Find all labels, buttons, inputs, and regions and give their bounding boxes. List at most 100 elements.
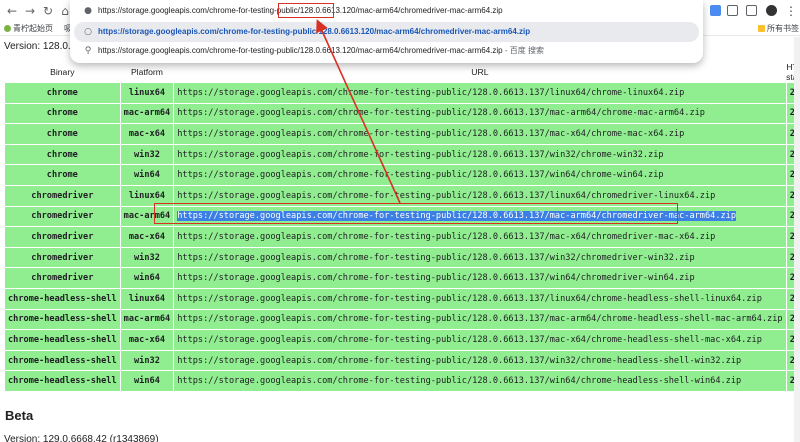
cell-binary-text: chromedriver: [31, 231, 94, 242]
extension-icon-blue[interactable]: [710, 5, 721, 16]
cell-binary-text: chrome-headless-shell: [8, 293, 117, 304]
cell-binary: chrome-headless-shell: [4, 349, 121, 372]
cell-url[interactable]: https://storage.googleapis.com/chrome-fo…: [173, 246, 787, 269]
cell-url[interactable]: https://storage.googleapis.com/chrome-fo…: [173, 308, 787, 331]
cell-platform-text: win64: [134, 376, 160, 387]
cell-url-text[interactable]: https://storage.googleapis.com/chrome-fo…: [177, 170, 663, 180]
omnibox-suggestion-url[interactable]: ○ https://storage.googleapis.com/chrome-…: [74, 22, 699, 42]
menu-icon[interactable]: ⋮: [783, 3, 799, 19]
omnibox-suggestion-search[interactable]: ⚲ https://storage.googleapis.com/chrome-…: [74, 41, 699, 61]
cell-platform-text: mac-arm64: [123, 314, 171, 325]
cell-url-text[interactable]: https://storage.googleapis.com/chrome-fo…: [177, 150, 663, 160]
all-bookmarks[interactable]: 所有书签: [758, 23, 799, 34]
cell-binary-text: chromedriver: [31, 211, 94, 222]
table-row: chrome linux64 https://storage.googleapis.…: [4, 82, 800, 104]
cell-url-text[interactable]: https://storage.googleapis.com/chrome-fo…: [177, 253, 694, 263]
cell-url-text[interactable]: https://storage.googleapis.com/chrome-fo…: [177, 232, 715, 242]
cell-url[interactable]: https://storage.googleapis.com/chrome-fo…: [173, 329, 787, 351]
folder-icon: [758, 25, 765, 32]
header-url: URL: [173, 62, 787, 83]
cell-binary-text: chromedriver: [31, 252, 94, 263]
downloads-table: Binary Platform URL HTTP status chrome li…: [4, 62, 800, 392]
url-prefix: https://storage.googleapis.com/chrome-fo…: [98, 6, 300, 15]
url-suffix: /mac-arm64/chromedriver-mac-arm64.zip: [355, 6, 503, 15]
cell-url[interactable]: https://storage.googleapis.com/chrome-fo…: [173, 370, 787, 392]
cell-url-text[interactable]: https://storage.googleapis.com/chrome-fo…: [177, 273, 694, 283]
table-row: chrome win64 https://storage.googleapis.co…: [4, 164, 800, 186]
cell-platform-text: win32: [134, 252, 160, 263]
cell-url-text[interactable]: https://storage.googleapis.com/chrome-fo…: [177, 129, 684, 139]
avatar[interactable]: [766, 5, 777, 16]
arrow-left-icon[interactable]: ←: [4, 3, 20, 19]
cell-platform: mac-arm64: [119, 308, 175, 331]
bookmark-label: 青柠起始页: [13, 24, 53, 33]
extensions-puzzle-icon[interactable]: [727, 5, 738, 16]
cell-platform-text: mac-x64: [128, 128, 166, 139]
cell-binary: chrome-headless-shell: [4, 370, 121, 392]
cell-binary: chrome: [4, 164, 121, 186]
cell-url[interactable]: https://storage.googleapis.com/chrome-fo…: [173, 287, 787, 310]
cell-binary: chromedriver: [4, 205, 121, 228]
cell-platform-text: win64: [134, 170, 160, 181]
cell-url-text[interactable]: https://storage.googleapis.com/chrome-fo…: [177, 191, 715, 201]
omnibox-dropdown: ● https://storage.googleapis.com/chrome-…: [70, 0, 703, 63]
cell-binary-text: chrome-headless-shell: [8, 376, 117, 387]
cell-url[interactable]: https://storage.googleapis.com/chrome-fo…: [173, 267, 787, 289]
side-panel-icon[interactable]: [746, 5, 757, 16]
address-bar-input[interactable]: ● https://storage.googleapis.com/chrome-…: [74, 1, 699, 21]
header-platform: Platform: [120, 62, 174, 83]
cell-url[interactable]: https://storage.googleapis.com/chrome-fo…: [173, 226, 787, 248]
page-content: Version: 128.0.66 Binary Platform URL HT…: [0, 37, 800, 442]
suggestion-text: https://storage.googleapis.com/chrome-fo…: [98, 46, 503, 55]
cell-binary: chromedriver: [4, 246, 121, 269]
table-row: chrome mac-arm64 https://storage.googleapi…: [4, 102, 800, 125]
cell-url-text[interactable]: https://storage.googleapis.com/chrome-fo…: [177, 335, 762, 345]
cell-platform-text: mac-arm64: [123, 108, 171, 119]
cell-binary: chrome-headless-shell: [4, 329, 121, 351]
cell-url[interactable]: https://storage.googleapis.com/chrome-fo…: [173, 349, 787, 372]
cell-platform: win64: [119, 267, 175, 289]
cell-binary: chrome-headless-shell: [4, 308, 121, 331]
cell-url-text[interactable]: https://storage.googleapis.com/chrome-fo…: [177, 108, 705, 118]
reload-icon[interactable]: ↻: [40, 3, 56, 19]
site-info-icon[interactable]: ●: [82, 1, 94, 21]
bookmark-item[interactable]: 青柠起始页: [4, 23, 53, 34]
cell-binary-text: chromedriver: [31, 190, 94, 201]
cell-binary: chromedriver: [4, 184, 121, 207]
cell-platform-text: linux64: [128, 87, 166, 98]
header-binary: Binary: [4, 62, 121, 83]
cell-binary: chrome: [4, 123, 121, 145]
cell-url-text[interactable]: https://storage.googleapis.com/chrome-fo…: [177, 88, 684, 98]
cell-platform-text: mac-x64: [128, 231, 166, 242]
cell-url-text[interactable]: https://storage.googleapis.com/chrome-fo…: [177, 314, 782, 324]
cell-platform: mac-x64: [119, 123, 175, 145]
cell-url[interactable]: https://storage.googleapis.com/chrome-fo…: [173, 102, 787, 125]
scrollbar[interactable]: [794, 37, 800, 442]
cell-url[interactable]: https://storage.googleapis.com/chrome-fo…: [173, 123, 787, 145]
cell-binary: chromedriver: [4, 267, 121, 289]
cell-url[interactable]: https://storage.googleapis.com/chrome-fo…: [173, 143, 787, 166]
cell-platform: linux64: [119, 287, 175, 310]
cell-platform-text: linux64: [128, 190, 166, 201]
cell-binary-text: chrome: [46, 87, 78, 98]
table-header-row: Binary Platform URL HTTP status: [4, 62, 800, 83]
cell-platform: win32: [119, 143, 175, 166]
cell-url-text[interactable]: https://storage.googleapis.com/chrome-fo…: [177, 294, 762, 304]
arrow-right-icon[interactable]: →: [22, 3, 38, 19]
cell-binary-text: chrome: [46, 170, 78, 181]
cell-binary: chrome: [4, 82, 121, 104]
cell-platform: win64: [119, 164, 175, 186]
cell-platform: mac-arm64: [119, 102, 175, 125]
cell-platform: win32: [119, 246, 175, 269]
table-row: chrome-headless-shell win32 https://storag…: [4, 349, 800, 372]
cell-platform: win64: [119, 370, 175, 392]
cell-binary-text: chrome-headless-shell: [8, 355, 117, 366]
cell-url[interactable]: https://storage.googleapis.com/chrome-fo…: [173, 164, 787, 186]
cell-url-text[interactable]: https://storage.googleapis.com/chrome-fo…: [177, 356, 741, 366]
table-row: chrome-headless-shell linux64 https://stor…: [4, 287, 800, 310]
cell-url[interactable]: https://storage.googleapis.com/chrome-fo…: [173, 82, 787, 104]
cell-url-text[interactable]: https://storage.googleapis.com/chrome-fo…: [177, 376, 741, 386]
table-row: chromedriver win32 https://storage.googlea…: [4, 246, 800, 269]
annotation-box-version: [278, 3, 334, 18]
table-row: chrome-headless-shell win64 https://storag…: [4, 370, 800, 392]
